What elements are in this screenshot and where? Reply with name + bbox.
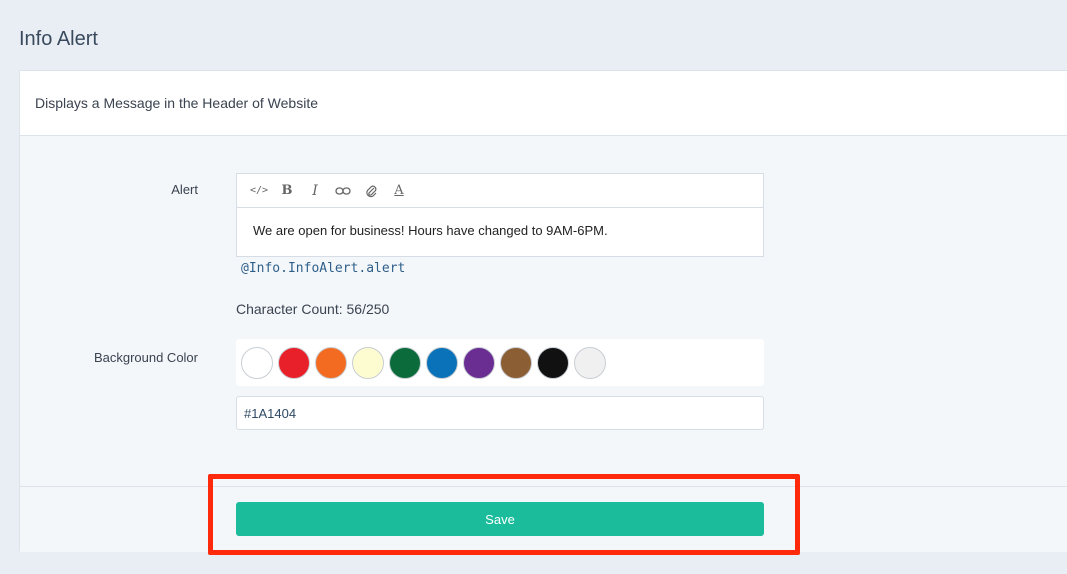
bold-icon[interactable]: B: [273, 177, 301, 205]
attachment-icon[interactable]: [357, 177, 385, 205]
italic-icon[interactable]: I: [301, 177, 329, 205]
character-count: Character Count: 56/250: [236, 301, 390, 317]
panel-footer: Save: [20, 486, 1067, 552]
editor-toolbar: </> B I A: [237, 174, 763, 208]
swatch-purple[interactable]: [463, 346, 495, 379]
save-button[interactable]: Save: [236, 502, 764, 536]
background-color-label: Background Color: [93, 350, 198, 365]
swatch-black[interactable]: [537, 346, 569, 379]
swatch-light-gray[interactable]: [574, 346, 606, 379]
swatch-green[interactable]: [389, 346, 421, 379]
swatch-brown[interactable]: [500, 346, 532, 379]
link-icon[interactable]: [329, 177, 357, 205]
swatch-blue[interactable]: [426, 346, 458, 379]
alert-editor[interactable]: </> B I A We are open for business! Hour…: [236, 173, 764, 257]
text-color-icon[interactable]: A: [385, 177, 413, 205]
swatch-cream[interactable]: [352, 346, 384, 379]
page-title: Info Alert: [19, 28, 98, 50]
alert-label: Alert: [171, 182, 198, 197]
swatch-orange[interactable]: [315, 346, 347, 379]
swatch-red[interactable]: [278, 346, 310, 379]
hex-color-input[interactable]: [236, 396, 764, 430]
swatch-white[interactable]: [241, 346, 273, 379]
color-swatches: [236, 339, 764, 386]
merge-tag: @Info.InfoAlert.alert: [241, 261, 406, 276]
code-icon[interactable]: </>: [245, 177, 273, 205]
panel-header: Displays a Message in the Header of Webs…: [20, 71, 1067, 136]
info-alert-panel: Displays a Message in the Header of Webs…: [19, 70, 1067, 552]
panel-description: Displays a Message in the Header of Webs…: [35, 95, 318, 111]
alert-editor-content[interactable]: We are open for business! Hours have cha…: [237, 208, 763, 253]
